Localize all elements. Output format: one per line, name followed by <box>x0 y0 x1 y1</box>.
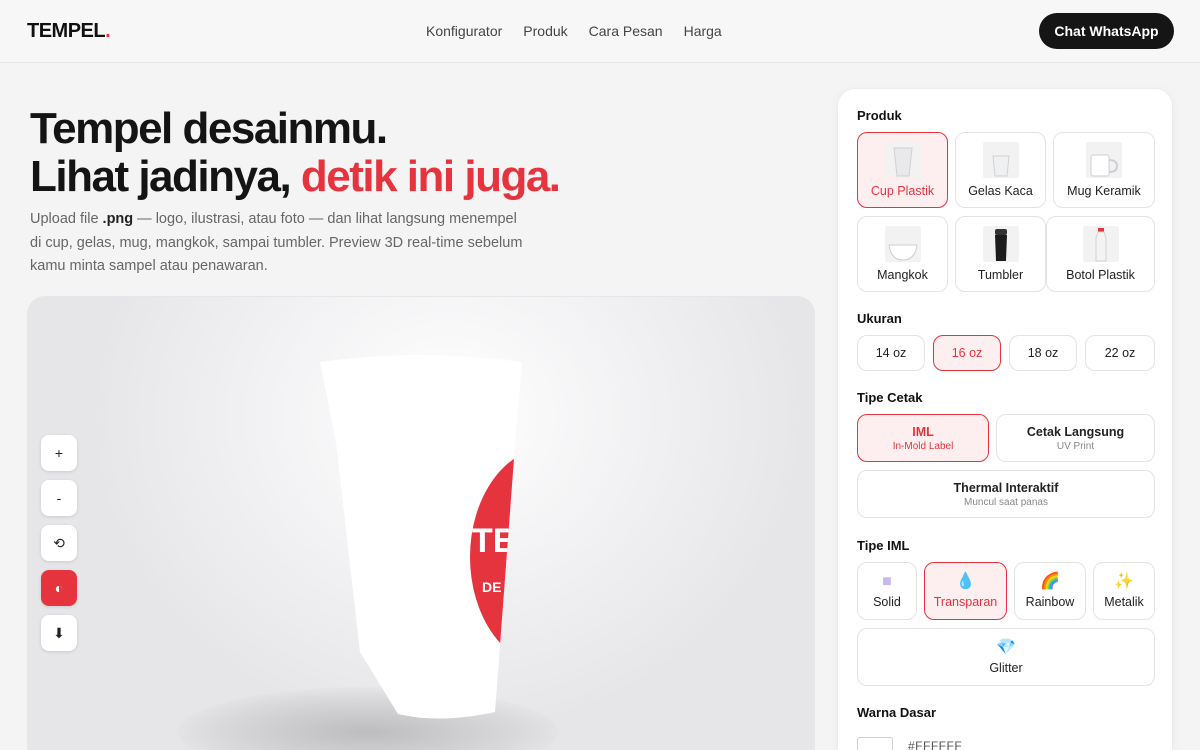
iml-type-label: Transparan <box>933 595 998 609</box>
droplet-icon: 💧 <box>955 573 976 590</box>
gem-icon: 💎 <box>996 639 1016 656</box>
product-label: Mangkok <box>877 268 928 282</box>
cup-print-text: TE <box>472 522 515 560</box>
nav-links: Konfigurator Produk Cara Pesan Harga <box>426 23 722 39</box>
chat-whatsapp-button[interactable]: Chat WhatsApp <box>1039 13 1174 49</box>
print-type-subtitle: UV Print <box>1056 440 1095 452</box>
product-label: Gelas Kaca <box>968 184 1033 198</box>
zoom-in-button[interactable]: + <box>41 435 77 471</box>
hero-subtitle: Upload file .png — logo, ilustrasi, atau… <box>30 208 530 279</box>
plastic-cup-icon <box>884 142 921 178</box>
hero-title-line2-a: Lihat jadinya, <box>30 152 301 201</box>
print-type-title: Cetak Langsung <box>1026 424 1125 439</box>
print-type-subtitle: In-Mold Label <box>892 440 954 452</box>
nav-link-cara-pesan[interactable]: Cara Pesan <box>589 23 663 39</box>
product-option-cup-plastik[interactable]: Cup Plastik <box>857 132 948 208</box>
cup-3d-model[interactable]: TE DE <box>320 352 560 732</box>
iml-type-label: Rainbow <box>1025 595 1075 609</box>
print-type-title: IML <box>912 424 934 439</box>
rainbow-icon: 🌈 <box>1040 573 1060 590</box>
tipe-iml-label: Tipe IML <box>857 538 910 553</box>
iml-type-solid[interactable]: ■ Solid <box>857 562 917 620</box>
iml-type-metalik[interactable]: ✨ Metalik <box>1093 562 1155 620</box>
cup-print-subtext: DE <box>482 579 501 595</box>
product-label: Mug Keramik <box>1067 184 1141 198</box>
bowl-icon <box>884 226 921 262</box>
square-swatch-icon: ■ <box>882 573 892 590</box>
product-label: Tumbler <box>977 268 1024 282</box>
size-option-22oz[interactable]: 22 oz <box>1085 335 1155 371</box>
size-option-14oz[interactable]: 14 oz <box>857 335 925 371</box>
3d-preview-viewer[interactable]: TE DE + - ⟲ ◐ ⬇ <box>27 296 815 750</box>
reset-view-button[interactable]: ⟲ <box>41 525 77 561</box>
base-color-swatch[interactable] <box>857 737 893 750</box>
hero-sub-filetype: .png <box>102 211 134 227</box>
logo-dot: . <box>105 20 111 42</box>
hero-sub-a: Upload file <box>30 211 103 227</box>
product-label: Botol Plastik <box>1066 268 1135 282</box>
logo-text: TEMPEL <box>27 20 106 42</box>
iml-type-label: Metalik <box>1104 595 1144 609</box>
print-type-subtitle: Muncul saat panas <box>964 496 1048 508</box>
product-label: Cup Plastik <box>870 184 935 198</box>
print-type-title: Thermal Interaktif <box>953 480 1059 495</box>
print-type-thermal-interaktif[interactable]: Thermal Interaktif Muncul saat panas <box>857 470 1155 518</box>
nav-link-harga[interactable]: Harga <box>684 23 722 39</box>
hero-title-highlight: detik ini juga. <box>300 152 561 201</box>
tipe-cetak-label: Tipe Cetak <box>857 390 923 405</box>
ukuran-label: Ukuran <box>857 311 902 326</box>
configurator-panel: Produk Cup Plastik Gelas Kaca Mug Kerami… <box>837 88 1173 750</box>
hero-title: Tempel desainmu. Lihat jadinya, detik in… <box>30 104 561 201</box>
hero-title-line1: Tempel desainmu. <box>30 104 388 153</box>
iml-type-rainbow[interactable]: 🌈 Rainbow <box>1014 562 1086 620</box>
mug-icon <box>1086 142 1122 178</box>
base-color-hex[interactable]: #FFFFFF <box>908 739 962 750</box>
iml-type-transparan[interactable]: 💧 Transparan <box>924 562 1007 620</box>
product-option-mangkok[interactable]: Mangkok <box>857 216 948 292</box>
top-nav: TEMPEL. Konfigurator Produk Cara Pesan H… <box>0 0 1200 63</box>
size-option-18oz[interactable]: 18 oz <box>1009 335 1077 371</box>
print-type-cetak-langsung[interactable]: Cetak Langsung UV Print <box>996 414 1155 462</box>
iml-type-label: Solid <box>873 595 901 609</box>
product-option-botol-plastik[interactable]: Botol Plastik <box>1046 216 1155 292</box>
contrast-toggle-button[interactable]: ◐ <box>41 570 77 606</box>
product-option-gelas-kaca[interactable]: Gelas Kaca <box>955 132 1046 208</box>
iml-type-label: Glitter <box>989 661 1023 675</box>
nav-link-konfigurator[interactable]: Konfigurator <box>426 23 502 39</box>
zoom-out-button[interactable]: - <box>41 480 77 516</box>
warna-dasar-label: Warna Dasar <box>857 705 936 720</box>
brand-logo[interactable]: TEMPEL. <box>27 20 111 43</box>
sparkles-icon: ✨ <box>1114 573 1134 590</box>
produk-label: Produk <box>857 108 902 123</box>
bottle-icon <box>1082 226 1119 262</box>
product-option-tumbler[interactable]: Tumbler <box>955 216 1046 292</box>
viewer-toolbar: + - ⟲ ◐ ⬇ <box>41 435 77 651</box>
product-option-mug-keramik[interactable]: Mug Keramik <box>1053 132 1155 208</box>
iml-type-glitter[interactable]: 💎 Glitter <box>857 628 1155 686</box>
size-option-16oz[interactable]: 16 oz <box>933 335 1001 371</box>
print-type-iml[interactable]: IML In-Mold Label <box>857 414 989 462</box>
tumbler-icon <box>982 226 1019 262</box>
download-button[interactable]: ⬇ <box>41 615 77 651</box>
glass-icon <box>982 142 1019 178</box>
hero-title-line2: Lihat jadinya, detik ini juga. <box>30 152 561 201</box>
nav-link-produk[interactable]: Produk <box>523 23 567 39</box>
